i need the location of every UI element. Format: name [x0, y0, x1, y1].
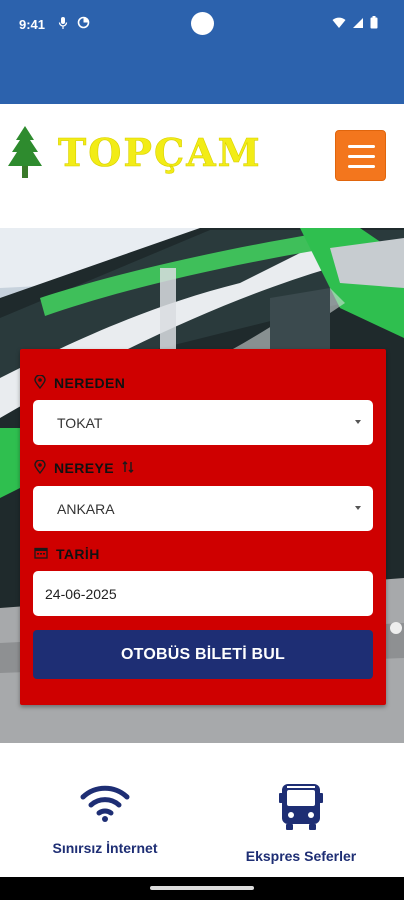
bus-icon [216, 783, 386, 836]
chevron-down-icon [355, 420, 361, 424]
date-input[interactable]: 24-06-2025 [33, 571, 373, 616]
feature-label: Ekspres Seferler [245, 848, 357, 864]
wifi-icon [20, 783, 190, 828]
location-pin-icon [34, 373, 46, 392]
date-value: 24-06-2025 [45, 585, 117, 602]
location-target-icon [34, 458, 46, 477]
from-label: NEREDEN [54, 375, 126, 391]
brand-logo-text[interactable]: TOPÇAM [58, 130, 262, 176]
find-ticket-button[interactable]: OTOBÜS BİLETİ BUL [33, 630, 373, 679]
from-label-row: NEREDEN [34, 373, 125, 393]
date-label: TARİH [56, 546, 100, 562]
chevron-down-icon [355, 506, 361, 510]
data-saver-icon [77, 16, 90, 32]
to-label-row: NEREYE [34, 458, 134, 478]
date-label-row: TARİH [34, 544, 100, 564]
feature-label: Sınırsız İnternet [52, 840, 158, 856]
from-value: TOKAT [57, 414, 103, 431]
menu-button[interactable] [335, 130, 386, 181]
status-bar: 9:41 [0, 0, 404, 104]
hamburger-icon [348, 145, 375, 148]
features-section: Sınırsız İnternet Ekspres Seferler [0, 743, 404, 877]
home-gesture-handle[interactable] [150, 886, 254, 890]
feature-express-trips: Ekspres Seferler [216, 783, 386, 864]
system-nav-bar [0, 877, 404, 900]
from-select[interactable]: TOKAT [33, 400, 373, 445]
pine-tree-icon [4, 126, 46, 187]
status-time: 9:41 [19, 17, 46, 32]
to-value: ANKARA [57, 500, 115, 517]
ticket-search-panel: NEREDEN TOKAT NEREYE ANKARA TARİH 24-06-… [20, 349, 386, 705]
signal-icon [352, 17, 364, 32]
site-header: TOPÇAM [0, 104, 404, 228]
mic-icon [58, 16, 68, 33]
camera-cutout [191, 12, 214, 35]
feature-unlimited-internet: Sınırsız İnternet [20, 783, 190, 856]
wifi-icon [332, 17, 346, 32]
to-label: NEREYE [54, 460, 114, 476]
battery-icon [370, 16, 378, 32]
to-select[interactable]: ANKARA [33, 486, 373, 531]
swap-arrows-icon[interactable] [122, 460, 134, 476]
calendar-icon [34, 546, 48, 562]
